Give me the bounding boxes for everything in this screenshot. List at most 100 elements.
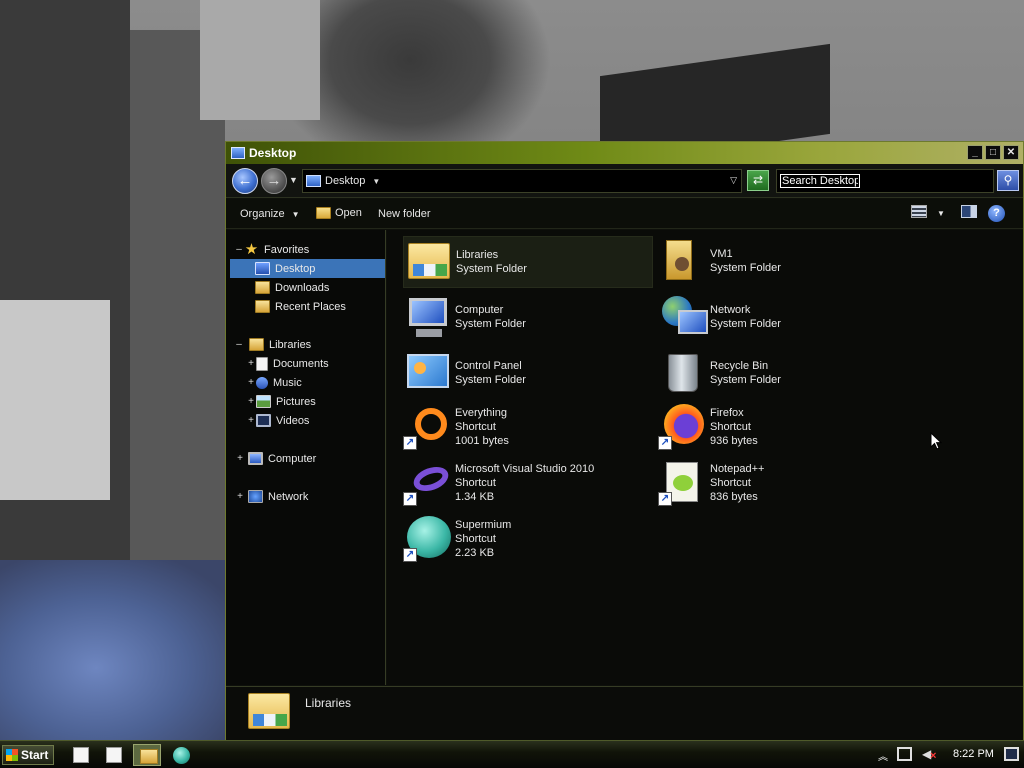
start-button[interactable]: Start — [2, 745, 54, 765]
breadcrumb-desktop[interactable]: Desktop — [325, 175, 365, 187]
nav-favorites[interactable]: – ★ Favorites — [234, 240, 392, 259]
nav-label: Libraries — [269, 338, 312, 351]
organize-button[interactable]: Organize ▼ — [240, 208, 300, 220]
help-icon: ? — [988, 205, 1005, 222]
file-list[interactable]: Libraries System Folder VM1 System Folde… — [387, 230, 1023, 685]
clock[interactable]: 8:22 PM — [953, 748, 994, 760]
nav-item-desktop[interactable]: Desktop — [230, 259, 385, 278]
nav-label: Recent Places — [275, 300, 346, 313]
recent-pages-dropdown[interactable]: ▼ — [289, 175, 298, 185]
address-field[interactable]: Desktop ▼ ▽ — [302, 169, 742, 193]
list-item-visual-studio[interactable]: ↗ Microsoft Visual Studio 2010 Shortcut … — [403, 458, 653, 510]
preview-pane-button[interactable] — [961, 205, 977, 218]
nav-network[interactable]: + Network — [235, 487, 393, 506]
item-size: 1001 bytes — [455, 435, 509, 447]
expand-icon[interactable]: + — [246, 396, 256, 407]
list-item-control-panel[interactable]: Control Panel System Folder — [403, 348, 653, 400]
nav-label: Music — [273, 376, 302, 389]
maximize-button[interactable]: □ — [985, 145, 1001, 160]
list-item-network[interactable]: Network System Folder — [658, 292, 908, 344]
view-options-dropdown[interactable]: ▼ — [937, 209, 945, 218]
forward-button[interactable]: → — [261, 168, 287, 194]
breadcrumb-chevron-icon[interactable]: ▼ — [372, 177, 380, 186]
background-books — [0, 300, 110, 500]
volume-muted-icon[interactable]: ◀ — [922, 747, 937, 762]
window-title: Desktop — [249, 146, 297, 160]
details-thumbnail — [248, 691, 292, 735]
item-type: System Folder — [455, 374, 526, 386]
address-dropdown-icon[interactable]: ▽ — [730, 175, 737, 186]
minimize-button[interactable]: _ — [967, 145, 983, 160]
list-item-vm1[interactable]: VM1 System Folder — [658, 236, 908, 288]
computer-icon — [409, 298, 447, 337]
nav-label: Computer — [268, 452, 317, 465]
show-desktop-icon[interactable] — [1004, 747, 1019, 761]
taskbar-app-document-icon[interactable] — [73, 747, 89, 763]
search-input[interactable] — [780, 174, 860, 188]
list-item-recycle-bin[interactable]: Recycle Bin System Folder — [658, 348, 908, 400]
item-type: Shortcut — [455, 477, 496, 489]
list-item-libraries[interactable]: Libraries System Folder — [403, 236, 653, 288]
network-status-icon[interactable] — [897, 747, 912, 761]
taskbar-app-explorer-icon[interactable] — [133, 744, 161, 766]
documents-icon — [256, 356, 268, 371]
chevron-down-icon: ▼ — [937, 209, 945, 218]
visual-studio-icon — [410, 462, 452, 496]
search-button[interactable]: ⚲ — [997, 170, 1019, 191]
list-item-supermium[interactable]: ↗ Supermium Shortcut 2.23 KB — [403, 514, 653, 566]
title-bar[interactable]: Desktop _ □ ✕ — [226, 142, 1023, 164]
new-folder-button[interactable]: New folder — [378, 208, 431, 220]
open-button[interactable]: Open — [316, 207, 362, 219]
window-controls: _ □ ✕ — [967, 145, 1019, 160]
details-item-name: Libraries — [305, 696, 352, 710]
expand-icon[interactable]: + — [235, 453, 245, 464]
star-icon: ★ — [244, 241, 259, 258]
shortcut-arrow-icon: ↗ — [403, 548, 417, 562]
list-item-firefox[interactable]: ↗ Firefox Shortcut 936 bytes — [658, 402, 908, 454]
taskbar-app-document-icon[interactable] — [106, 747, 122, 763]
command-bar: Organize ▼ Open New folder ▼ ? — [226, 199, 1023, 229]
help-button[interactable]: ? — [988, 205, 1005, 222]
item-type: System Folder — [710, 374, 781, 386]
views-icon — [911, 205, 927, 218]
nav-libraries[interactable]: – Libraries — [234, 335, 392, 354]
libraries-icon — [408, 243, 450, 279]
item-name: VM1 — [710, 248, 733, 260]
show-hidden-icons-icon[interactable]: ︽ — [878, 748, 888, 763]
nav-computer[interactable]: + Computer — [235, 449, 393, 468]
expand-icon[interactable]: + — [246, 377, 256, 388]
control-panel-icon — [407, 354, 449, 388]
nav-item-videos[interactable]: + Videos — [246, 411, 404, 430]
nav-item-music[interactable]: + Music — [246, 373, 404, 392]
list-item-notepad-plus-plus[interactable]: ↗ Notepad++ Shortcut 836 bytes — [658, 458, 908, 510]
item-type: System Folder — [710, 262, 781, 274]
refresh-button[interactable]: ⇄ — [747, 170, 769, 191]
change-view-button[interactable] — [911, 205, 927, 218]
item-name: Supermium — [455, 519, 512, 531]
nav-label: Network — [268, 490, 309, 503]
expand-icon[interactable]: + — [235, 491, 245, 502]
item-type: System Folder — [456, 263, 527, 275]
list-item-everything[interactable]: ↗ Everything Shortcut 1001 bytes — [403, 402, 653, 454]
start-label: Start — [21, 748, 49, 762]
nav-label: Desktop — [275, 262, 316, 275]
recent-places-icon — [255, 300, 270, 313]
expand-icon[interactable]: + — [246, 415, 256, 426]
search-box[interactable] — [776, 169, 994, 193]
item-type: System Folder — [710, 318, 781, 330]
expand-icon[interactable]: + — [246, 358, 256, 369]
list-item-computer[interactable]: Computer System Folder — [403, 292, 653, 344]
libraries-icon — [248, 693, 290, 729]
nav-item-documents[interactable]: + Documents — [246, 354, 404, 373]
nav-item-pictures[interactable]: + Pictures — [246, 392, 404, 411]
item-type: Shortcut — [710, 477, 751, 489]
item-size: 936 bytes — [710, 435, 758, 447]
navigation-pane[interactable]: – ★ Favorites Desktop Downloads Recent P… — [226, 230, 386, 685]
network-icon — [248, 490, 263, 503]
close-button[interactable]: ✕ — [1003, 145, 1019, 160]
collapse-icon[interactable]: – — [234, 339, 244, 350]
back-button[interactable]: ← — [232, 168, 258, 194]
taskbar-app-supermium-icon[interactable] — [173, 747, 190, 764]
collapse-icon[interactable]: – — [234, 244, 244, 255]
libraries-icon — [249, 338, 264, 351]
